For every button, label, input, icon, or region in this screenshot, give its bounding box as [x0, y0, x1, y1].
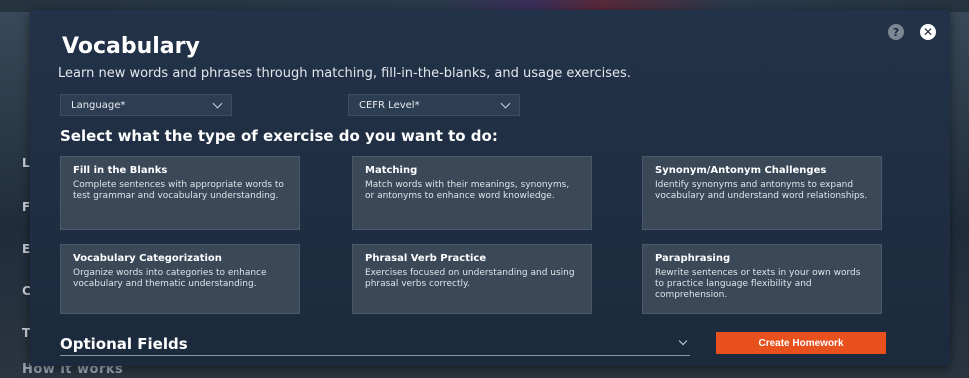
create-homework-button[interactable]: Create Homework	[716, 332, 886, 354]
exercise-card-fill-in-the-blanks[interactable]: Fill in the Blanks Complete sentences wi…	[60, 156, 300, 230]
optional-fields-label: Optional Fields	[60, 334, 188, 353]
exercise-card-title: Fill in the Blanks	[73, 165, 168, 176]
exercise-card-paraphrasing[interactable]: Paraphrasing Rewrite sentences or texts …	[642, 244, 882, 314]
backdrop-side-nav: L F E C T	[12, 0, 31, 378]
chevron-down-icon	[678, 336, 688, 345]
cefr-level-select-label: CEFR Level*	[359, 99, 420, 111]
backdrop-letter: L	[22, 156, 30, 170]
modal-subtitle: Learn new words and phrases through matc…	[58, 66, 631, 81]
language-select[interactable]: Language*	[60, 94, 232, 116]
exercise-card-description: Complete sentences with appropriate word…	[73, 180, 284, 201]
help-icon[interactable]: ?	[888, 24, 904, 40]
cefr-level-select[interactable]: CEFR Level*	[348, 94, 520, 116]
exercise-card-title: Synonym/Antonym Challenges	[655, 165, 827, 176]
optional-fields-toggle[interactable]: Optional Fields	[60, 332, 690, 356]
exercise-card-description: Identify synonyms and antonyms to expand…	[655, 180, 868, 201]
exercise-card-matching[interactable]: Matching Match words with their meanings…	[352, 156, 592, 230]
exercise-card-description: Organize words into categories to enhanc…	[73, 268, 267, 289]
exercise-card-title: Vocabulary Categorization	[73, 253, 222, 264]
close-icon[interactable]: ✕	[920, 24, 936, 40]
modal-top-actions: ? ✕	[888, 24, 936, 40]
chevron-down-icon	[500, 98, 511, 108]
language-select-label: Language*	[71, 99, 126, 111]
exercise-card-description: Rewrite sentences or texts in your own w…	[655, 268, 861, 300]
backdrop-letter: E	[22, 242, 31, 256]
exercise-card-synonym-antonym[interactable]: Synonym/Antonym Challenges Identify syno…	[642, 156, 882, 230]
modal-title: Vocabulary	[62, 34, 200, 59]
backdrop-letter: T	[22, 326, 31, 340]
exercise-type-heading: Select what the type of exercise do you …	[60, 127, 498, 145]
backdrop-letter: F	[22, 200, 31, 214]
exercise-card-title: Paraphrasing	[655, 253, 731, 264]
exercise-card-vocabulary-categorization[interactable]: Vocabulary Categorization Organize words…	[60, 244, 300, 314]
exercise-card-phrasal-verb-practice[interactable]: Phrasal Verb Practice Exercises focused …	[352, 244, 592, 314]
vocabulary-modal: ? ✕ Vocabulary Learn new words and phras…	[30, 10, 950, 366]
exercise-card-title: Matching	[365, 165, 418, 176]
exercise-card-title: Phrasal Verb Practice	[365, 253, 487, 264]
chevron-down-icon	[212, 98, 223, 108]
exercise-card-description: Exercises focused on understanding and u…	[365, 268, 575, 289]
exercise-card-description: Match words with their meanings, synonym…	[365, 180, 570, 201]
